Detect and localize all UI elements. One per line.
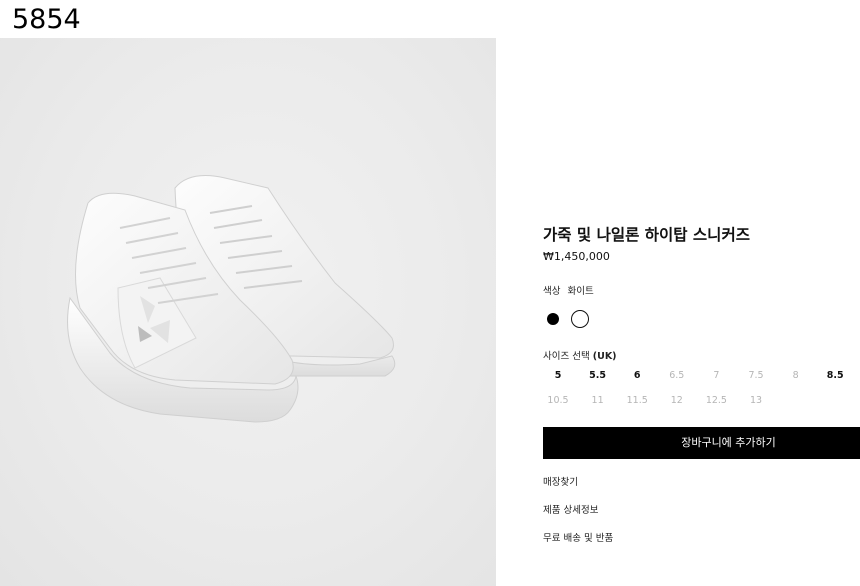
size-option: 6.5 (669, 370, 685, 381)
add-to-cart-label: 장바구니에 추가하기 (681, 436, 776, 449)
product-info-panel: 가죽 및 나일론 하이탑 스니커즈 ₩1,450,000 색상 화이트 사이즈 선… (543, 0, 860, 586)
size-option: 11 (591, 395, 604, 406)
product-details-link[interactable]: 제품 상세정보 (543, 502, 598, 516)
color-label: 색상 (543, 286, 561, 297)
product-image[interactable] (0, 38, 496, 586)
store-locator-link[interactable]: 매장찾기 (543, 474, 578, 488)
size-option: 13 (749, 395, 763, 406)
add-to-cart-button[interactable]: 장바구니에 추가하기 (543, 427, 860, 459)
color-swatch-white[interactable] (571, 310, 589, 328)
size-option: 8 (792, 370, 799, 381)
size-unit: (UK) (592, 351, 617, 362)
size-option[interactable]: 8.5 (817, 370, 853, 381)
size-option[interactable]: 6 (619, 370, 655, 381)
size-label: 사이즈 선택 (543, 351, 590, 362)
product-price: ₩1,450,000 (543, 250, 610, 263)
page-number-label: 5854 (12, 4, 81, 35)
size-option: 10.5 (547, 395, 569, 406)
size-option: 11.5 (626, 395, 648, 406)
size-option: 7.5 (748, 370, 764, 381)
shipping-returns-link[interactable]: 무료 배송 및 반품 (543, 530, 613, 544)
sneakers-illustration (67, 175, 396, 423)
color-selector-label: 색상 화이트 (543, 283, 594, 297)
color-swatch-black[interactable] (547, 313, 559, 325)
size-option[interactable]: 5 (540, 370, 576, 381)
product-title: 가죽 및 나일론 하이탑 스니커즈 (543, 226, 750, 244)
color-value: 화이트 (567, 286, 594, 297)
size-option[interactable]: 5.5 (580, 370, 616, 381)
size-option: 12 (670, 395, 683, 406)
size-selector-label: 사이즈 선택 (UK) (543, 348, 617, 362)
size-option: 12.5 (705, 395, 727, 406)
size-option: 7 (713, 370, 720, 381)
